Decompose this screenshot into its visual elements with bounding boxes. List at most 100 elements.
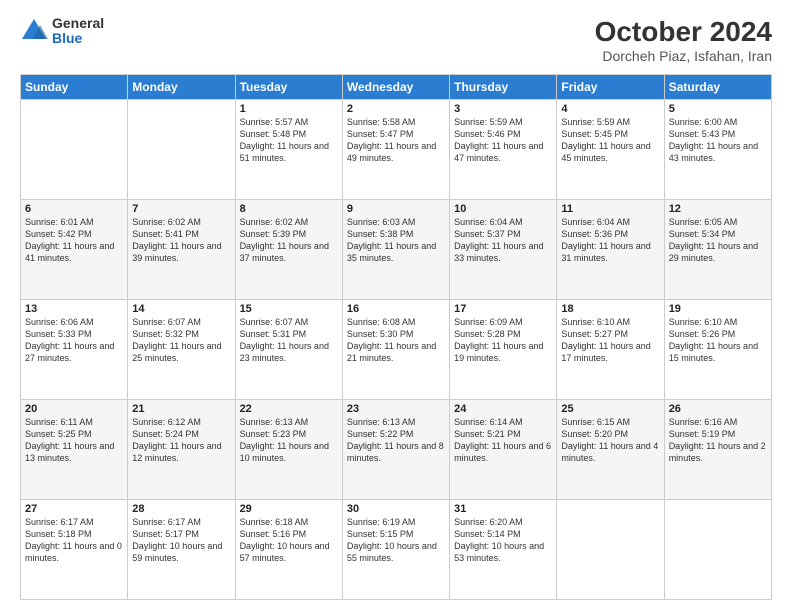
day-info: Sunrise: 6:06 AM Sunset: 5:33 PM Dayligh… bbox=[25, 316, 123, 365]
calendar-cell bbox=[21, 100, 128, 200]
location: Dorcheh Piaz, Isfahan, Iran bbox=[595, 48, 772, 64]
weekday-header-thursday: Thursday bbox=[450, 75, 557, 100]
day-number: 9 bbox=[347, 203, 445, 215]
day-info: Sunrise: 6:17 AM Sunset: 5:18 PM Dayligh… bbox=[25, 516, 123, 565]
weekday-header-row: SundayMondayTuesdayWednesdayThursdayFrid… bbox=[21, 75, 772, 100]
day-info: Sunrise: 6:07 AM Sunset: 5:31 PM Dayligh… bbox=[240, 316, 338, 365]
calendar-cell: 11Sunrise: 6:04 AM Sunset: 5:36 PM Dayli… bbox=[557, 200, 664, 300]
day-number: 14 bbox=[132, 303, 230, 315]
week-row-3: 13Sunrise: 6:06 AM Sunset: 5:33 PM Dayli… bbox=[21, 300, 772, 400]
day-number: 24 bbox=[454, 403, 552, 415]
weekday-header-saturday: Saturday bbox=[664, 75, 771, 100]
day-number: 1 bbox=[240, 103, 338, 115]
day-number: 29 bbox=[240, 503, 338, 515]
day-number: 5 bbox=[669, 103, 767, 115]
calendar-cell: 13Sunrise: 6:06 AM Sunset: 5:33 PM Dayli… bbox=[21, 300, 128, 400]
calendar-cell: 28Sunrise: 6:17 AM Sunset: 5:17 PM Dayli… bbox=[128, 500, 235, 600]
day-number: 20 bbox=[25, 403, 123, 415]
calendar-cell: 19Sunrise: 6:10 AM Sunset: 5:26 PM Dayli… bbox=[664, 300, 771, 400]
day-info: Sunrise: 6:08 AM Sunset: 5:30 PM Dayligh… bbox=[347, 316, 445, 365]
day-info: Sunrise: 6:09 AM Sunset: 5:28 PM Dayligh… bbox=[454, 316, 552, 365]
day-number: 23 bbox=[347, 403, 445, 415]
day-info: Sunrise: 6:13 AM Sunset: 5:23 PM Dayligh… bbox=[240, 416, 338, 465]
day-info: Sunrise: 6:07 AM Sunset: 5:32 PM Dayligh… bbox=[132, 316, 230, 365]
day-number: 15 bbox=[240, 303, 338, 315]
day-number: 17 bbox=[454, 303, 552, 315]
day-number: 6 bbox=[25, 203, 123, 215]
week-row-5: 27Sunrise: 6:17 AM Sunset: 5:18 PM Dayli… bbox=[21, 500, 772, 600]
day-number: 13 bbox=[25, 303, 123, 315]
day-info: Sunrise: 6:05 AM Sunset: 5:34 PM Dayligh… bbox=[669, 216, 767, 265]
day-info: Sunrise: 6:00 AM Sunset: 5:43 PM Dayligh… bbox=[669, 116, 767, 165]
logo-text: General Blue bbox=[52, 16, 104, 47]
page: General Blue October 2024 Dorcheh Piaz, … bbox=[0, 0, 792, 612]
day-info: Sunrise: 6:03 AM Sunset: 5:38 PM Dayligh… bbox=[347, 216, 445, 265]
logo-blue: Blue bbox=[52, 31, 104, 46]
calendar: SundayMondayTuesdayWednesdayThursdayFrid… bbox=[20, 74, 772, 600]
day-number: 10 bbox=[454, 203, 552, 215]
day-info: Sunrise: 6:13 AM Sunset: 5:22 PM Dayligh… bbox=[347, 416, 445, 465]
weekday-header-wednesday: Wednesday bbox=[342, 75, 449, 100]
calendar-cell: 6Sunrise: 6:01 AM Sunset: 5:42 PM Daylig… bbox=[21, 200, 128, 300]
day-info: Sunrise: 6:17 AM Sunset: 5:17 PM Dayligh… bbox=[132, 516, 230, 565]
calendar-cell: 8Sunrise: 6:02 AM Sunset: 5:39 PM Daylig… bbox=[235, 200, 342, 300]
calendar-cell: 5Sunrise: 6:00 AM Sunset: 5:43 PM Daylig… bbox=[664, 100, 771, 200]
day-info: Sunrise: 6:16 AM Sunset: 5:19 PM Dayligh… bbox=[669, 416, 767, 465]
calendar-cell bbox=[664, 500, 771, 600]
day-number: 7 bbox=[132, 203, 230, 215]
header: General Blue October 2024 Dorcheh Piaz, … bbox=[20, 16, 772, 64]
day-number: 19 bbox=[669, 303, 767, 315]
day-number: 21 bbox=[132, 403, 230, 415]
calendar-cell: 16Sunrise: 6:08 AM Sunset: 5:30 PM Dayli… bbox=[342, 300, 449, 400]
day-info: Sunrise: 6:10 AM Sunset: 5:26 PM Dayligh… bbox=[669, 316, 767, 365]
day-number: 28 bbox=[132, 503, 230, 515]
calendar-cell: 27Sunrise: 6:17 AM Sunset: 5:18 PM Dayli… bbox=[21, 500, 128, 600]
day-info: Sunrise: 6:14 AM Sunset: 5:21 PM Dayligh… bbox=[454, 416, 552, 465]
day-number: 30 bbox=[347, 503, 445, 515]
calendar-cell: 22Sunrise: 6:13 AM Sunset: 5:23 PM Dayli… bbox=[235, 400, 342, 500]
calendar-cell: 15Sunrise: 6:07 AM Sunset: 5:31 PM Dayli… bbox=[235, 300, 342, 400]
calendar-cell: 12Sunrise: 6:05 AM Sunset: 5:34 PM Dayli… bbox=[664, 200, 771, 300]
calendar-cell: 24Sunrise: 6:14 AM Sunset: 5:21 PM Dayli… bbox=[450, 400, 557, 500]
day-number: 16 bbox=[347, 303, 445, 315]
weekday-header-tuesday: Tuesday bbox=[235, 75, 342, 100]
day-info: Sunrise: 6:01 AM Sunset: 5:42 PM Dayligh… bbox=[25, 216, 123, 265]
weekday-header-monday: Monday bbox=[128, 75, 235, 100]
calendar-cell: 14Sunrise: 6:07 AM Sunset: 5:32 PM Dayli… bbox=[128, 300, 235, 400]
calendar-cell: 21Sunrise: 6:12 AM Sunset: 5:24 PM Dayli… bbox=[128, 400, 235, 500]
weekday-header-friday: Friday bbox=[557, 75, 664, 100]
calendar-cell: 23Sunrise: 6:13 AM Sunset: 5:22 PM Dayli… bbox=[342, 400, 449, 500]
day-number: 12 bbox=[669, 203, 767, 215]
day-number: 3 bbox=[454, 103, 552, 115]
calendar-cell: 2Sunrise: 5:58 AM Sunset: 5:47 PM Daylig… bbox=[342, 100, 449, 200]
week-row-1: 1Sunrise: 5:57 AM Sunset: 5:48 PM Daylig… bbox=[21, 100, 772, 200]
day-info: Sunrise: 6:19 AM Sunset: 5:15 PM Dayligh… bbox=[347, 516, 445, 565]
calendar-cell: 31Sunrise: 6:20 AM Sunset: 5:14 PM Dayli… bbox=[450, 500, 557, 600]
day-info: Sunrise: 6:15 AM Sunset: 5:20 PM Dayligh… bbox=[561, 416, 659, 465]
day-info: Sunrise: 6:02 AM Sunset: 5:39 PM Dayligh… bbox=[240, 216, 338, 265]
logo: General Blue bbox=[20, 16, 104, 47]
day-number: 4 bbox=[561, 103, 659, 115]
day-number: 11 bbox=[561, 203, 659, 215]
day-number: 18 bbox=[561, 303, 659, 315]
day-number: 2 bbox=[347, 103, 445, 115]
day-info: Sunrise: 6:18 AM Sunset: 5:16 PM Dayligh… bbox=[240, 516, 338, 565]
day-info: Sunrise: 5:59 AM Sunset: 5:45 PM Dayligh… bbox=[561, 116, 659, 165]
day-info: Sunrise: 5:58 AM Sunset: 5:47 PM Dayligh… bbox=[347, 116, 445, 165]
calendar-cell: 3Sunrise: 5:59 AM Sunset: 5:46 PM Daylig… bbox=[450, 100, 557, 200]
calendar-cell bbox=[128, 100, 235, 200]
calendar-cell: 20Sunrise: 6:11 AM Sunset: 5:25 PM Dayli… bbox=[21, 400, 128, 500]
calendar-cell: 4Sunrise: 5:59 AM Sunset: 5:45 PM Daylig… bbox=[557, 100, 664, 200]
calendar-cell: 25Sunrise: 6:15 AM Sunset: 5:20 PM Dayli… bbox=[557, 400, 664, 500]
week-row-4: 20Sunrise: 6:11 AM Sunset: 5:25 PM Dayli… bbox=[21, 400, 772, 500]
day-number: 27 bbox=[25, 503, 123, 515]
day-info: Sunrise: 6:02 AM Sunset: 5:41 PM Dayligh… bbox=[132, 216, 230, 265]
calendar-cell: 18Sunrise: 6:10 AM Sunset: 5:27 PM Dayli… bbox=[557, 300, 664, 400]
day-info: Sunrise: 5:59 AM Sunset: 5:46 PM Dayligh… bbox=[454, 116, 552, 165]
month-title: October 2024 bbox=[595, 16, 772, 48]
weekday-header-sunday: Sunday bbox=[21, 75, 128, 100]
logo-icon bbox=[20, 17, 48, 45]
calendar-cell: 29Sunrise: 6:18 AM Sunset: 5:16 PM Dayli… bbox=[235, 500, 342, 600]
day-number: 8 bbox=[240, 203, 338, 215]
day-info: Sunrise: 6:10 AM Sunset: 5:27 PM Dayligh… bbox=[561, 316, 659, 365]
